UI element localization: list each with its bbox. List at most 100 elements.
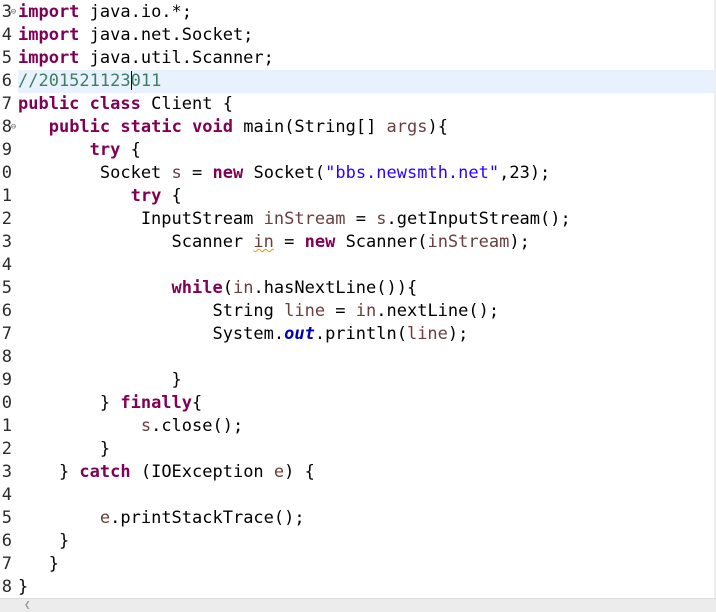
code-line[interactable]: }	[18, 438, 716, 461]
code-line[interactable]: }	[18, 553, 716, 576]
line-number: 9	[1, 140, 12, 160]
code-line[interactable]: }	[18, 530, 716, 553]
code-line[interactable]: } catch (IOException e) {	[18, 461, 716, 484]
code-token: Scanner	[18, 232, 254, 252]
code-token: .nextLine();	[376, 301, 500, 321]
code-line[interactable]: } finally{	[18, 392, 716, 415]
code-token: main(String[]	[233, 117, 387, 137]
code-line[interactable]: Socket s = new Socket("bbs.newsmth.net",…	[18, 162, 716, 185]
code-token: ,23);	[499, 163, 551, 183]
code-token: =	[181, 163, 213, 183]
code-token: in	[355, 301, 377, 321]
code-token: Scanner(	[335, 232, 428, 252]
code-token: 011	[130, 71, 162, 91]
code-line[interactable]	[18, 254, 716, 277]
code-token: InputStream	[18, 209, 264, 229]
code-token: ){	[427, 117, 448, 137]
code-token: while	[171, 278, 223, 298]
line-number: 1	[1, 416, 12, 436]
code-token: .getInputStream();	[386, 209, 571, 229]
line-number: 2	[1, 439, 12, 459]
code-line[interactable]: while(in.hasNextLine()){	[18, 277, 716, 300]
code-token: java.util.Scanner;	[79, 48, 274, 68]
code-line[interactable]: String line = in.nextLine();	[18, 300, 716, 323]
line-number: 1	[1, 186, 12, 206]
code-token: =	[325, 301, 356, 321]
code-token: {	[192, 393, 203, 413]
code-token: line	[406, 324, 448, 344]
chevron-left-icon[interactable]: ❮	[24, 598, 38, 611]
code-line[interactable]: }	[18, 576, 716, 598]
code-line[interactable]: Scanner in = new Scanner(inStream);	[18, 231, 716, 254]
code-token: }	[18, 393, 121, 413]
code-line[interactable]: import java.net.Socket;	[18, 24, 716, 47]
code-token: );	[509, 232, 530, 252]
line-number: 0	[1, 393, 12, 413]
code-line[interactable]: public static void main(String[] args){	[18, 116, 716, 139]
code-line[interactable]	[18, 346, 716, 369]
code-token: catch	[79, 462, 131, 482]
code-token: args	[386, 117, 428, 137]
fold-collapse-icon[interactable]: ⊖	[9, 116, 18, 139]
code-token: e	[99, 508, 111, 528]
code-line[interactable]	[18, 484, 716, 507]
code-token: (	[222, 278, 233, 298]
code-token: }	[18, 554, 59, 574]
code-line[interactable]: import java.util.Scanner;	[18, 47, 716, 70]
code-line[interactable]: InputStream inStream = s.getInputStream(…	[18, 208, 716, 231]
line-number: 3	[1, 232, 12, 252]
horizontal-scrollbar[interactable]: ❮	[0, 598, 716, 612]
code-token: String	[18, 301, 285, 321]
code-token: e	[273, 462, 285, 482]
code-line[interactable]: System.out.println(line);	[18, 323, 716, 346]
code-line[interactable]: try {	[18, 139, 716, 162]
code-line[interactable]: e.printStackTrace();	[18, 507, 716, 530]
code-token: new	[212, 163, 244, 183]
code-token: .println(	[314, 324, 407, 344]
code-token: try	[130, 186, 162, 206]
code-line[interactable]: s.close();	[18, 415, 716, 438]
code-token: line	[284, 301, 326, 321]
code-token: try	[89, 140, 121, 160]
code-token: inStream	[263, 209, 346, 229]
code-line[interactable]: }	[18, 369, 716, 392]
code-token: in	[232, 278, 254, 298]
code-token: ) {	[284, 462, 315, 482]
code-token: {	[161, 186, 182, 206]
code-editor[interactable]: 3 ⊖ 4 5 6 7 8 ⊖ 9 0 1 2 3 4 5 6 7 8 9 0 1 2 3 4 5 6 7 8 import java…	[0, 0, 716, 612]
code-token: new	[304, 232, 336, 252]
code-token: s	[140, 416, 152, 436]
line-number: 5	[1, 278, 12, 298]
line-number: 0	[1, 163, 12, 183]
line-number-gutter[interactable]: 3 ⊖ 4 5 6 7 8 ⊖ 9 0 1 2 3 4 5 6 7 8 9 0 1 2 3 4 5 6 7 8	[0, 0, 18, 598]
fold-collapse-icon[interactable]: ⊖	[9, 1, 18, 24]
line-number: 7	[1, 94, 12, 114]
line-number: 5	[1, 48, 12, 68]
code-token: }	[18, 531, 70, 551]
code-token: finally	[120, 393, 193, 413]
code-token: }	[18, 439, 111, 459]
code-token: public	[48, 117, 111, 137]
code-line[interactable]: public class Client {	[18, 93, 716, 116]
code-token: static	[120, 117, 182, 137]
code-line[interactable]: import java.io.*;	[18, 1, 716, 24]
line-number: 3	[1, 462, 12, 482]
code-token: }	[18, 462, 80, 482]
code-token: //201521123	[18, 71, 131, 91]
line-number: 6	[1, 71, 12, 91]
code-area[interactable]: import java.io.*; import java.net.Socket;…	[18, 0, 716, 598]
line-number: 8	[1, 577, 12, 597]
code-line[interactable]: try {	[18, 185, 716, 208]
code-token: java.io.*;	[79, 2, 193, 22]
code-token: in	[253, 232, 274, 252]
line-number: 9	[1, 370, 12, 390]
line-number: 4	[1, 485, 12, 505]
code-token: .close();	[151, 416, 244, 436]
code-token: s	[171, 163, 182, 183]
current-code-line[interactable]: //201521123011	[18, 70, 716, 93]
